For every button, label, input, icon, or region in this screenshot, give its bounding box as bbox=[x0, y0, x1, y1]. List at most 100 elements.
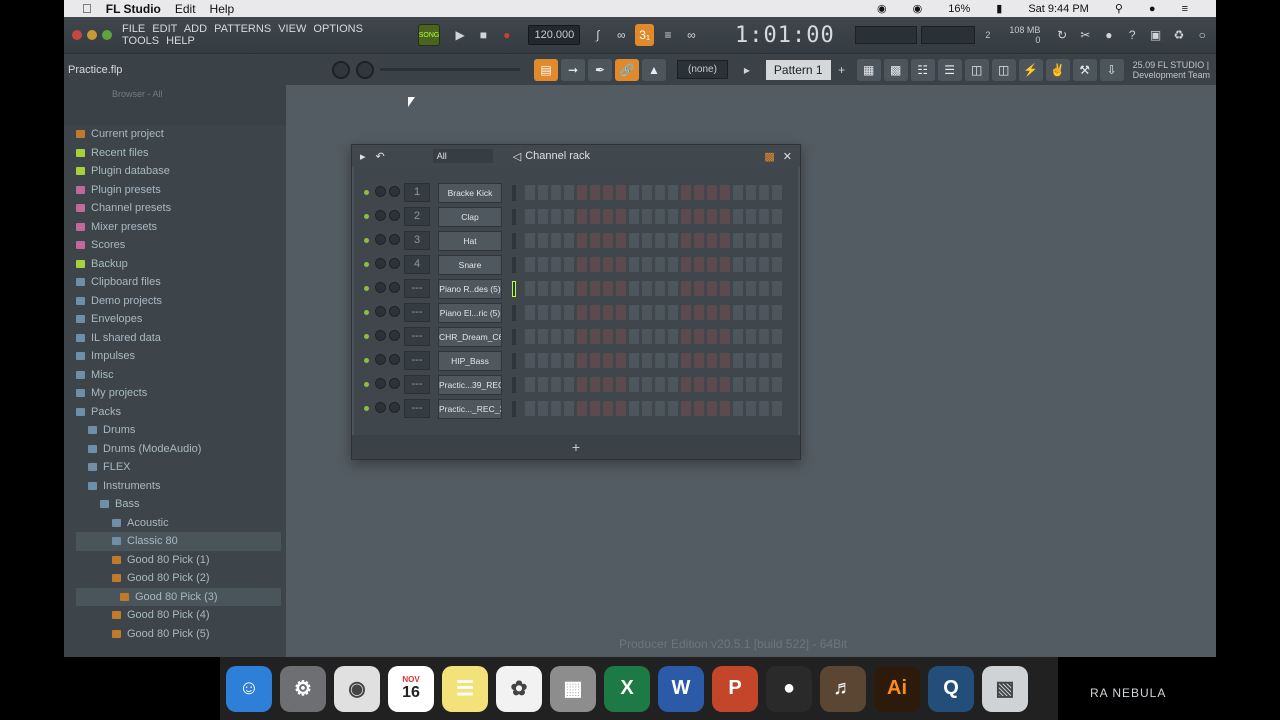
menu-options[interactable]: OPTIONS bbox=[313, 23, 363, 35]
menu-view[interactable]: VIEW bbox=[278, 23, 306, 35]
close-window-button[interactable] bbox=[72, 30, 82, 40]
channel-mute-led[interactable] bbox=[364, 286, 369, 291]
step-button[interactable] bbox=[681, 257, 691, 272]
step-button[interactable] bbox=[538, 329, 548, 344]
menu-add[interactable]: ADD bbox=[184, 23, 207, 35]
channel-mixer-track[interactable]: --- bbox=[404, 303, 430, 322]
step-button[interactable] bbox=[733, 281, 743, 296]
step-button[interactable] bbox=[577, 329, 587, 344]
step-button[interactable] bbox=[772, 353, 782, 368]
step-button[interactable] bbox=[681, 281, 691, 296]
browser-item[interactable]: Plugin database bbox=[76, 162, 281, 181]
channel-name-button[interactable]: Piano R..des (5) bbox=[438, 279, 502, 299]
step-button[interactable] bbox=[720, 353, 730, 368]
step-button[interactable] bbox=[707, 305, 717, 320]
step-button[interactable] bbox=[759, 377, 769, 392]
dock-quicktime-icon[interactable]: Q bbox=[928, 665, 974, 712]
browser-item[interactable]: Demo projects bbox=[76, 292, 281, 311]
step-button[interactable] bbox=[577, 233, 587, 248]
step-button[interactable] bbox=[551, 281, 561, 296]
browser-item[interactable]: Misc bbox=[76, 366, 281, 385]
step-button[interactable] bbox=[564, 305, 574, 320]
step-button[interactable] bbox=[746, 185, 756, 200]
step-button[interactable] bbox=[538, 377, 548, 392]
browser-item[interactable]: FLEX bbox=[76, 458, 281, 477]
stamp-icon[interactable]: ▲ bbox=[642, 58, 666, 81]
channel-name-button[interactable]: Bracke Kick bbox=[438, 183, 502, 203]
wrench-icon[interactable]: ⚒ bbox=[1072, 58, 1097, 81]
channel-mixer-track[interactable]: --- bbox=[404, 399, 430, 418]
browser-item[interactable]: Current project bbox=[76, 125, 281, 144]
step-button[interactable] bbox=[564, 257, 574, 272]
dock-fl-studio-icon[interactable]: ● bbox=[766, 665, 812, 712]
step-button[interactable] bbox=[733, 329, 743, 344]
channel-volume-knob[interactable] bbox=[389, 234, 400, 245]
step-button[interactable] bbox=[733, 185, 743, 200]
browser-item[interactable]: Backup bbox=[76, 255, 281, 274]
step-button[interactable] bbox=[616, 329, 626, 344]
step-button[interactable] bbox=[603, 185, 613, 200]
step-button[interactable] bbox=[642, 377, 652, 392]
step-button[interactable] bbox=[564, 329, 574, 344]
channel-select-indicator[interactable] bbox=[512, 305, 516, 321]
step-button[interactable] bbox=[720, 401, 730, 416]
step-button[interactable] bbox=[707, 353, 717, 368]
channel-pan-knob[interactable] bbox=[375, 306, 386, 317]
step-button[interactable] bbox=[655, 233, 665, 248]
refresh-icon[interactable]: ↻ bbox=[1052, 24, 1071, 46]
step-button[interactable] bbox=[629, 257, 639, 272]
step-button[interactable] bbox=[551, 185, 561, 200]
step-button[interactable] bbox=[759, 233, 769, 248]
channel-select-indicator[interactable] bbox=[512, 353, 516, 369]
step-button[interactable] bbox=[759, 209, 769, 224]
channel-mixer-track[interactable]: --- bbox=[404, 279, 430, 298]
spotlight-icon[interactable]: ⚲ bbox=[1115, 2, 1123, 15]
browser-item[interactable]: Classic 80 bbox=[76, 532, 281, 551]
browser-item[interactable]: Good 80 Pick (4) bbox=[76, 606, 281, 625]
step-button[interactable] bbox=[551, 377, 561, 392]
step-button[interactable] bbox=[551, 401, 561, 416]
channel-mute-led[interactable] bbox=[364, 262, 369, 267]
step-button[interactable] bbox=[590, 377, 600, 392]
channel-mute-led[interactable] bbox=[364, 190, 369, 195]
metronome-icon[interactable]: ∫ bbox=[588, 24, 607, 46]
step-button[interactable] bbox=[590, 185, 600, 200]
channel-volume-knob[interactable] bbox=[389, 306, 400, 317]
channel-name-button[interactable]: CHR_Dream_C6 bbox=[438, 327, 502, 347]
step-button[interactable] bbox=[551, 257, 561, 272]
step-button[interactable] bbox=[603, 353, 613, 368]
channel-mute-led[interactable] bbox=[364, 238, 369, 243]
step-button[interactable] bbox=[681, 233, 691, 248]
step-button[interactable] bbox=[668, 401, 678, 416]
step-button[interactable] bbox=[603, 377, 613, 392]
step-button[interactable] bbox=[590, 329, 600, 344]
step-button[interactable] bbox=[759, 353, 769, 368]
channel-pan-knob[interactable] bbox=[375, 258, 386, 269]
step-button[interactable] bbox=[590, 281, 600, 296]
files-icon[interactable]: ◫ bbox=[991, 58, 1016, 81]
step-button[interactable] bbox=[720, 377, 730, 392]
siri-icon[interactable]: ● bbox=[1149, 3, 1156, 15]
step-button[interactable] bbox=[694, 209, 704, 224]
step-button[interactable] bbox=[655, 305, 665, 320]
step-button[interactable] bbox=[668, 185, 678, 200]
step-button[interactable] bbox=[590, 209, 600, 224]
rack-filter[interactable]: All bbox=[432, 149, 493, 163]
step-button[interactable] bbox=[694, 377, 704, 392]
step-button[interactable] bbox=[577, 209, 587, 224]
step-button[interactable] bbox=[746, 305, 756, 320]
browser-item[interactable]: Scores bbox=[76, 236, 281, 255]
channel-volume-knob[interactable] bbox=[389, 186, 400, 197]
step-button[interactable] bbox=[577, 377, 587, 392]
channel-mixer-track[interactable]: --- bbox=[404, 375, 430, 394]
browser-item[interactable]: Instruments bbox=[76, 477, 281, 496]
song-position[interactable]: 1:01:00 bbox=[735, 23, 835, 48]
step-button[interactable] bbox=[538, 233, 548, 248]
channel-rack-icon[interactable]: ☷ bbox=[910, 58, 935, 81]
step-button[interactable] bbox=[551, 305, 561, 320]
app-menu[interactable]: FL Studio bbox=[106, 2, 161, 16]
loop-record-icon[interactable]: ∞ bbox=[682, 24, 701, 46]
channel-mute-led[interactable] bbox=[364, 334, 369, 339]
channel-volume-knob[interactable] bbox=[389, 402, 400, 413]
record-icon[interactable]: ◉ bbox=[877, 2, 887, 15]
